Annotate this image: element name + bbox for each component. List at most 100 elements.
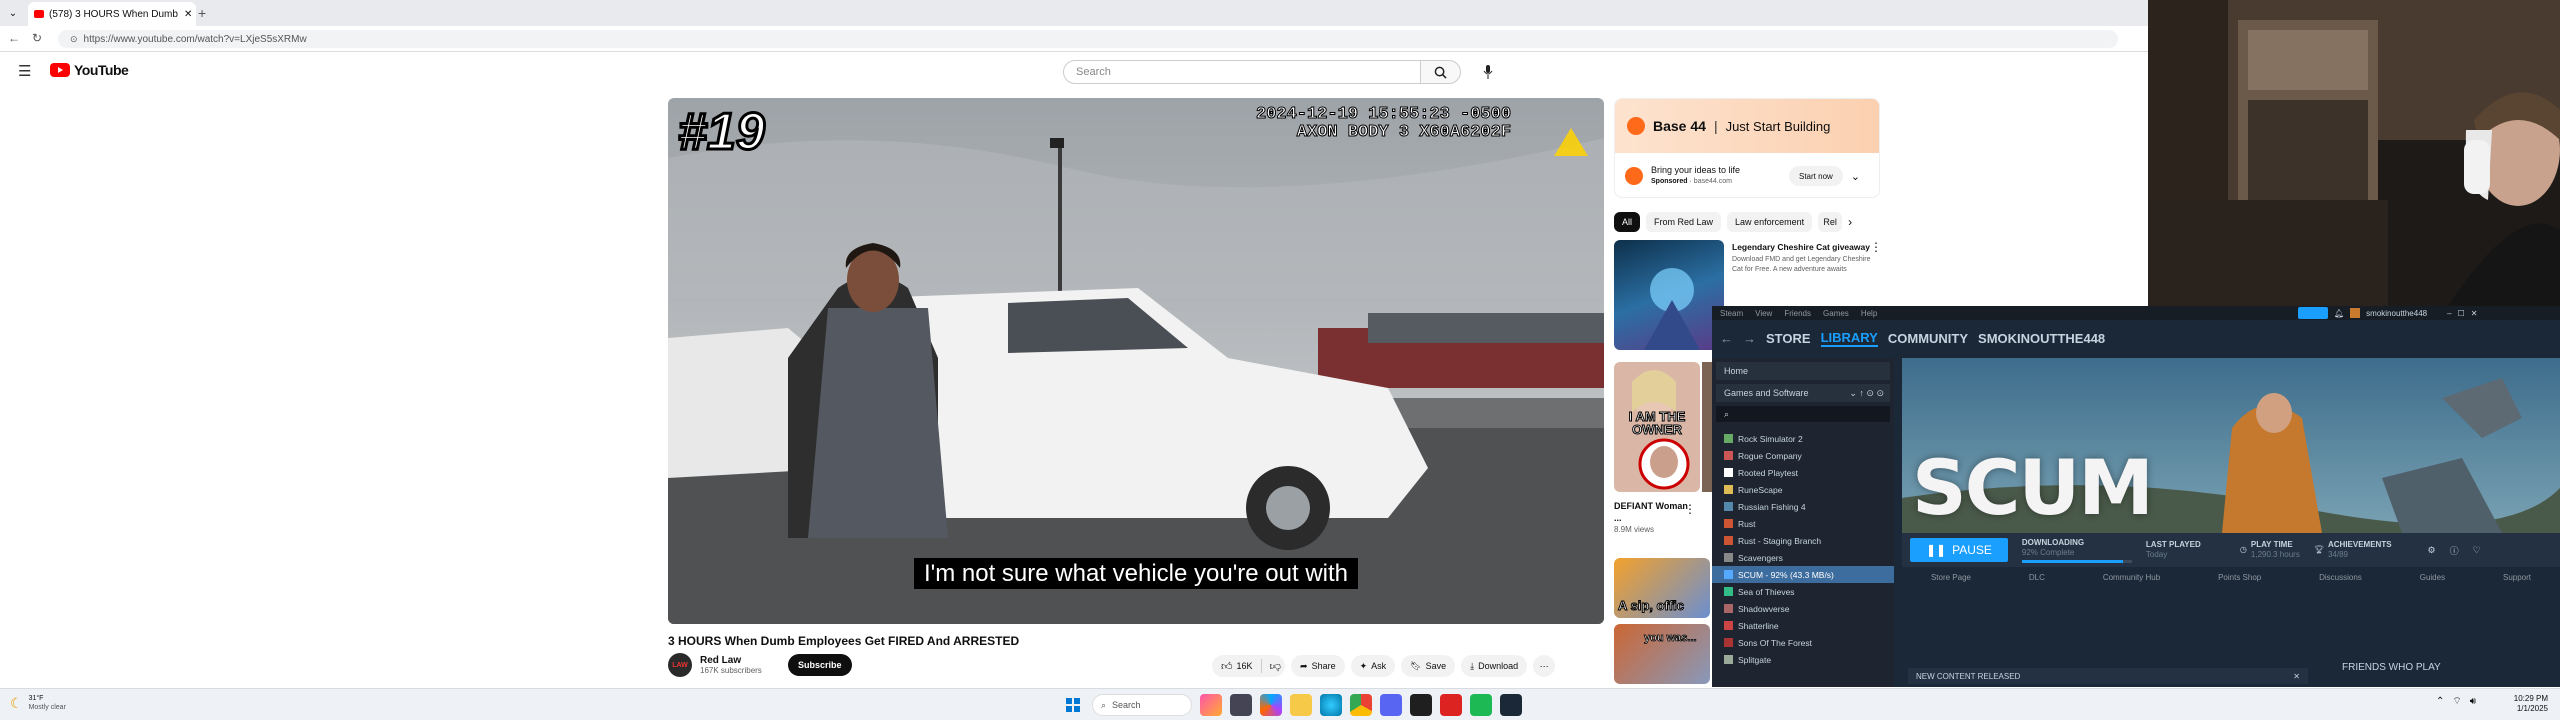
like-button[interactable]: 👍︎ 16K 👍︎ (1212, 655, 1286, 677)
steam-game-item[interactable]: Scavengers (1712, 549, 1894, 566)
tray-chevron-icon[interactable]: ⌃ (2436, 696, 2444, 707)
share-button[interactable]: ➦ Share (1291, 655, 1345, 677)
rec-info-1[interactable]: Legendary Cheshire Cat giveaway Download… (1732, 242, 1874, 275)
steam-download-status[interactable]: DOWNLOADING 92% Complete (2021, 538, 2132, 563)
rec-thumbnail-3[interactable]: A sip, offic (1614, 558, 1710, 618)
taskbar-app-spotify-icon[interactable] (1470, 694, 1492, 716)
taskbar-app-taskview-icon[interactable] (1230, 694, 1252, 716)
taskbar-search[interactable]: ⌕ Search (1092, 694, 1192, 716)
search-button[interactable] (1421, 60, 1461, 84)
steam-nav-store[interactable]: STORE (1766, 331, 1811, 346)
ad-expand-chevron-icon[interactable]: ⌄ (1851, 170, 1860, 183)
steam-pause-button[interactable]: ❚❚ PAUSE (1910, 538, 2008, 562)
subnav-discussions[interactable]: Discussions (2319, 573, 2362, 582)
taskbar-app-copilot-icon[interactable] (1260, 694, 1282, 716)
steam-game-item[interactable]: Shatterline (1712, 617, 1894, 634)
steam-new-content-banner[interactable]: NEW CONTENT RELEASED ✕ (1908, 668, 2308, 684)
taskbar-app-chrome-icon[interactable] (1350, 694, 1372, 716)
save-button[interactable]: 🔖︎ Save (1401, 655, 1456, 677)
steam-user-avatar[interactable] (2350, 308, 2361, 318)
steam-game-item[interactable]: Rust (1712, 515, 1894, 532)
steam-game-item[interactable]: Russian Fishing 4 (1712, 498, 1894, 515)
steam-home-button[interactable]: Home (1716, 362, 1890, 380)
browser-tab[interactable]: (578) 3 HOURS When Dumb E ✕ (28, 2, 196, 26)
subscribe-button[interactable]: Subscribe (788, 654, 852, 676)
steam-game-item[interactable]: SCUM - 92% (43.3 MB/s) (1712, 566, 1894, 583)
steam-settings-gear-icon[interactable]: ⚙ (2428, 545, 2436, 556)
chips-next-chevron-icon[interactable]: › (1848, 215, 1852, 229)
steam-nav-profile[interactable]: SMOKINOUTTHE448 (1978, 331, 2105, 346)
steam-menu-steam[interactable]: Steam (1720, 309, 1743, 318)
steam-forward-arrow-icon[interactable]: → (1743, 331, 1756, 346)
back-arrow-icon[interactable]: ← (8, 31, 20, 45)
channel-avatar[interactable]: LAW (668, 653, 692, 677)
download-button[interactable]: ⤓ Download (1461, 655, 1528, 677)
steam-minimize-icon[interactable]: – (2447, 309, 2451, 318)
steam-bell-icon[interactable]: 🔔︎ (2334, 309, 2344, 318)
chip-law-enforcement[interactable]: Law enforcement (1727, 212, 1813, 232)
steam-nav-library[interactable]: LIBRARY (1820, 330, 1878, 347)
hamburger-menu-icon[interactable]: ☰ (18, 62, 31, 80)
more-actions-button[interactable]: ⋯ (1533, 655, 1556, 677)
steam-info-icon[interactable]: ⓘ (2450, 544, 2459, 557)
video-player[interactable]: #19 2024-12-19 15:55:23 -0500 AXON BODY … (668, 98, 1604, 624)
weather-widget[interactable]: ☾ 31°F Mostly clear (10, 694, 66, 712)
new-tab-plus-icon[interactable]: + (198, 5, 206, 21)
tab-close-icon[interactable]: ✕ (184, 9, 192, 20)
steam-menu-friends[interactable]: Friends (1784, 309, 1811, 318)
search-input[interactable]: Search (1063, 60, 1421, 84)
subnav-dlc[interactable]: DLC (2029, 573, 2045, 582)
chip-from-channel[interactable]: From Red Law (1646, 212, 1722, 232)
subnav-points-shop[interactable]: Points Shop (2218, 573, 2261, 582)
steam-game-item[interactable]: Shadowverse (1712, 600, 1894, 617)
taskbar-app-explorer-icon[interactable] (1290, 694, 1312, 716)
tray-volume-icon[interactable]: 🔊︎ (2470, 696, 2476, 707)
steam-game-item[interactable]: Rock Simulator 2 (1712, 430, 1894, 447)
rec-2-more-icon[interactable]: ⋮ (1684, 502, 1696, 516)
sponsored-ad[interactable]: Base 44 | Just Start Building Bring your… (1614, 98, 1880, 198)
taskbar-app-widgets-icon[interactable] (1200, 694, 1222, 716)
steam-game-item[interactable]: Rogue Company (1712, 447, 1894, 464)
taskbar-clock[interactable]: 10:29 PM 1/1/2025 (2500, 694, 2548, 714)
url-field[interactable]: ⊙ https://www.youtube.com/watch?v=LXjeS5… (58, 30, 2118, 48)
subnav-support[interactable]: Support (2503, 573, 2531, 582)
subnav-guides[interactable]: Guides (2420, 573, 2445, 582)
steam-maximize-icon[interactable]: ☐ (2458, 309, 2465, 318)
steam-menu-view[interactable]: View (1755, 309, 1772, 318)
chip-related[interactable]: Rel (1818, 212, 1843, 232)
rec-1-more-icon[interactable]: ⋮ (1870, 240, 1882, 254)
taskbar-app-recorder-icon[interactable] (1440, 694, 1462, 716)
steam-menu-help[interactable]: Help (1861, 309, 1877, 318)
steam-game-item[interactable]: Rust - Staging Branch (1712, 532, 1894, 549)
site-info-icon[interactable]: ⊙ (70, 34, 78, 45)
steam-username[interactable]: smokinoutthe448 (2366, 309, 2427, 318)
subnav-community-hub[interactable]: Community Hub (2103, 573, 2160, 582)
taskbar-app-game-icon[interactable] (1410, 694, 1432, 716)
ad-cta-button[interactable]: Start now (1789, 166, 1843, 186)
channel-name[interactable]: Red Law (700, 655, 780, 666)
taskbar-app-steam-icon[interactable] (1500, 694, 1522, 716)
steam-close-icon[interactable]: ✕ (2471, 309, 2478, 318)
steam-game-item[interactable]: Sea of Thieves (1712, 583, 1894, 600)
steam-game-item[interactable]: Splitgate (1712, 651, 1894, 668)
steam-menu-games[interactable]: Games (1823, 309, 1849, 318)
steam-game-item[interactable]: Sons Of The Forest (1712, 634, 1894, 651)
windows-start-icon[interactable] (1062, 694, 1084, 716)
steam-filter-dropdown[interactable]: Games and Software ⌄ ↑ ⊙ ⊙ (1716, 384, 1890, 402)
rec-thumbnail-2[interactable]: I AM THE OWNER (1614, 362, 1700, 492)
ask-button[interactable]: ✦ Ask (1350, 655, 1396, 677)
rec-thumbnail-1[interactable] (1614, 240, 1724, 350)
voice-search-button[interactable] (1476, 60, 1500, 84)
steam-back-arrow-icon[interactable]: ← (1720, 331, 1733, 346)
tray-network-icon[interactable]: ⌔ (2452, 695, 2461, 708)
reload-icon[interactable]: ↻ (32, 31, 42, 45)
subnav-store-page[interactable]: Store Page (1931, 573, 1971, 582)
steam-favorite-heart-icon[interactable]: ♡ (2473, 545, 2481, 556)
taskbar-app-discord-icon[interactable] (1380, 694, 1402, 716)
steam-game-item[interactable]: RuneScape (1712, 481, 1894, 498)
steam-achievements[interactable]: 🏆︎ ACHIEVEMENTS 34/89 (2314, 540, 2392, 560)
steam-announce-button[interactable] (2298, 307, 2328, 319)
rec-thumbnail-4[interactable]: you was... (1614, 624, 1710, 684)
tab-menu-chevron-icon[interactable]: ⌄ (6, 6, 20, 20)
chip-all[interactable]: All (1614, 212, 1641, 232)
